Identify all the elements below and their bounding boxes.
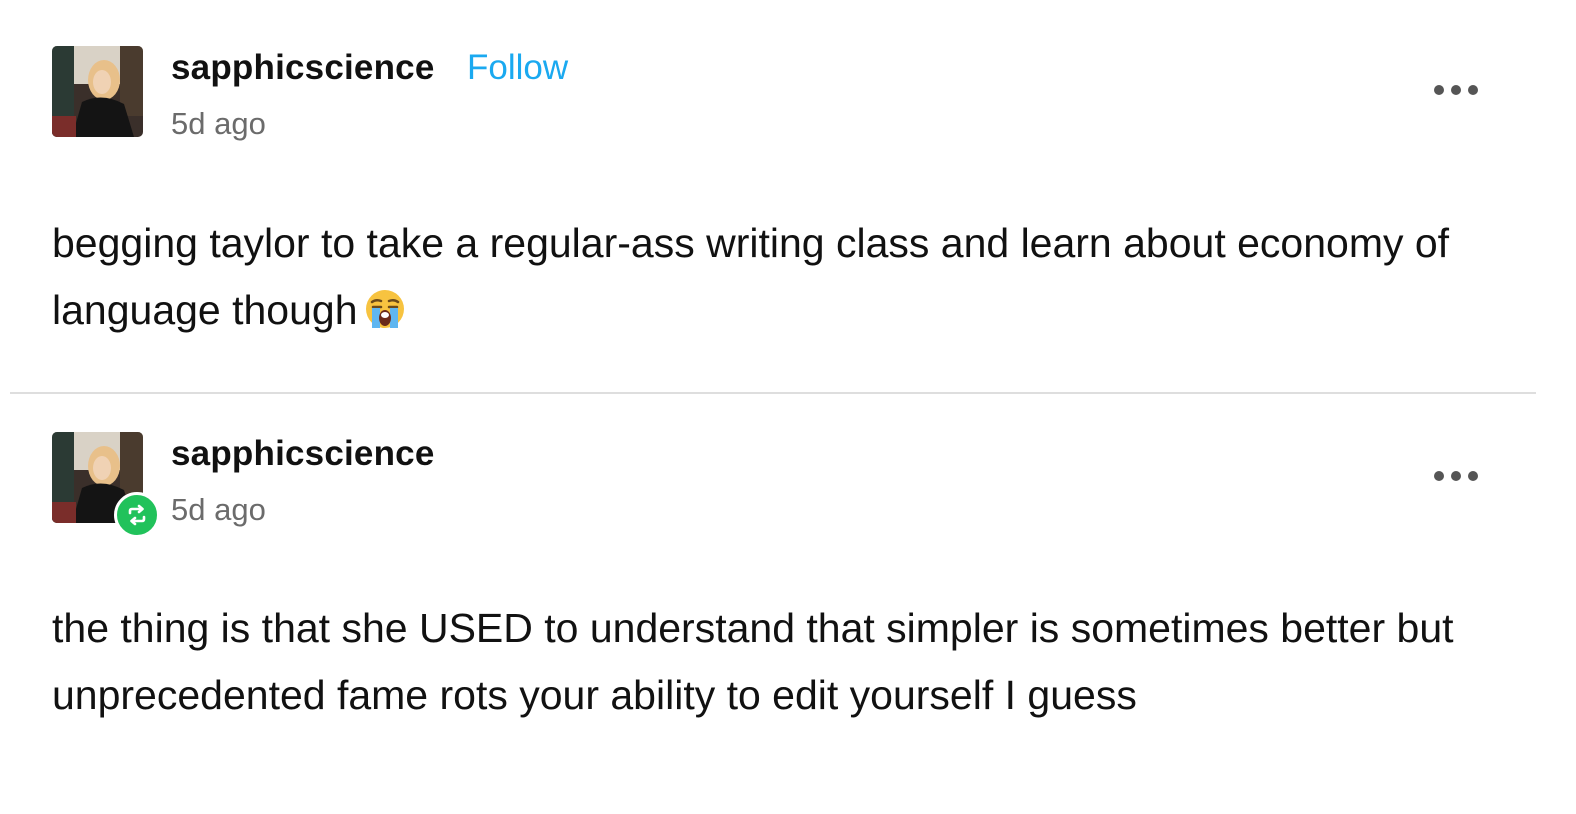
timestamp[interactable]: 5d ago xyxy=(171,106,266,142)
avatar[interactable] xyxy=(52,46,143,137)
dot xyxy=(1451,471,1461,481)
dot xyxy=(1468,471,1478,481)
more-options-icon[interactable] xyxy=(1426,461,1486,491)
post-text: begging taylor to take a regular-ass wri… xyxy=(52,220,1450,333)
post: sapphicscience 5d ago the thing is that … xyxy=(0,394,1576,814)
username[interactable]: sapphicscience xyxy=(171,48,435,88)
dot xyxy=(1451,85,1461,95)
loudly-crying-face-icon xyxy=(364,283,406,350)
dot xyxy=(1434,85,1444,95)
post-body: begging taylor to take a regular-ass wri… xyxy=(52,210,1532,350)
avatar[interactable] xyxy=(52,432,160,538)
dot xyxy=(1468,85,1478,95)
post-body: the thing is that she USED to understand… xyxy=(52,595,1532,729)
reblog-icon xyxy=(114,492,160,538)
dot xyxy=(1434,471,1444,481)
more-options-icon[interactable] xyxy=(1426,75,1486,105)
username[interactable]: sapphicscience xyxy=(171,434,435,474)
timestamp[interactable]: 5d ago xyxy=(171,492,266,528)
post-text: the thing is that she USED to understand… xyxy=(52,605,1454,718)
avatar-image xyxy=(52,46,143,137)
post: sapphicscience Follow 5d ago begging tay… xyxy=(0,0,1576,392)
follow-button[interactable]: Follow xyxy=(467,48,568,88)
